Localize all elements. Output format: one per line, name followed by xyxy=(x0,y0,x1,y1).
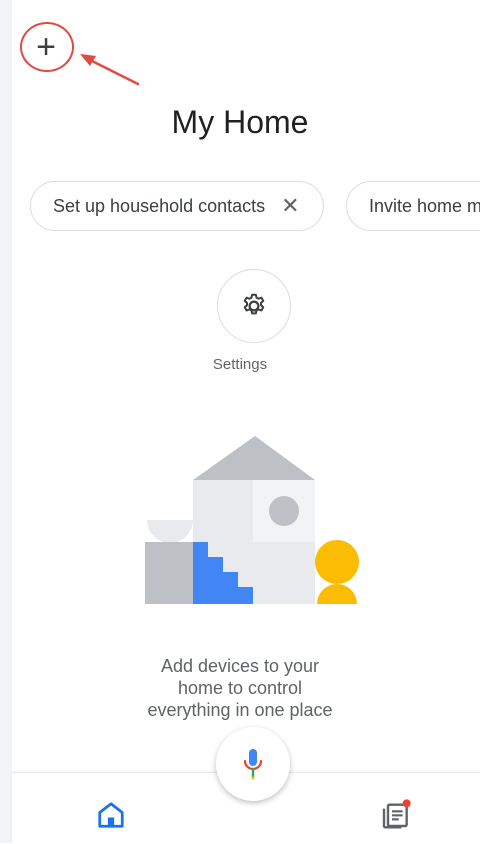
annotation-arrow xyxy=(80,54,140,86)
empty-line-1: Add devices to your xyxy=(160,656,320,676)
add-button[interactable]: + xyxy=(26,27,66,67)
feed-icon xyxy=(382,799,411,829)
gear-icon xyxy=(243,293,265,315)
nav-home-tab[interactable] xyxy=(96,800,126,830)
chip-household-contacts[interactable]: Set up household contacts ✕ xyxy=(30,181,324,231)
chip-label: Set up household contacts xyxy=(53,195,266,216)
empty-state-message: Add devices to your home to control ever… xyxy=(0,655,480,721)
empty-line-3: everything in one place xyxy=(147,700,333,720)
chip-invite-home-member[interactable]: Invite home m xyxy=(346,181,480,231)
nav-feed-tab[interactable] xyxy=(380,798,412,830)
home-icon xyxy=(98,802,124,828)
suggestion-chips: Set up household contacts ✕ Invite home … xyxy=(30,181,480,233)
page-title: My Home xyxy=(171,104,309,140)
home-illustration xyxy=(145,436,359,604)
mic-icon xyxy=(243,749,263,780)
settings-button[interactable] xyxy=(217,269,291,343)
plus-icon: + xyxy=(36,28,56,66)
close-icon[interactable]: ✕ xyxy=(281,193,299,219)
empty-line-2: home to control xyxy=(177,678,303,698)
settings-label: Settings xyxy=(212,356,268,373)
chip-label: Invite home m xyxy=(369,195,480,216)
assistant-mic-button[interactable] xyxy=(216,727,290,801)
